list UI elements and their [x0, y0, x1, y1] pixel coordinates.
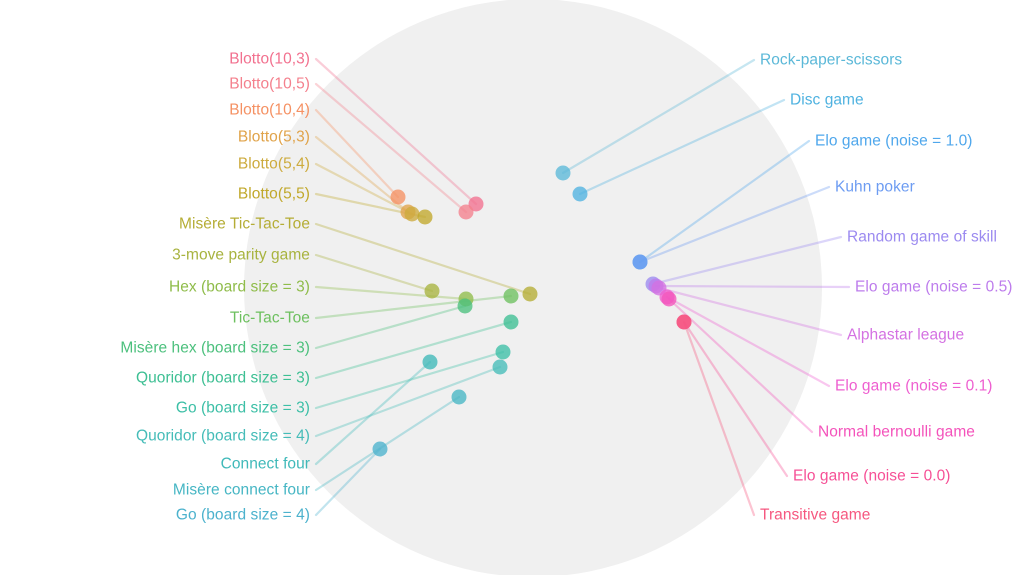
data-point[interactable] — [372, 441, 388, 457]
point-label: Blotto(5,5) — [237, 185, 310, 203]
point-label: Normal bernoulli game — [818, 423, 975, 441]
point-label: Blotto(10,3) — [229, 50, 310, 68]
point-label: Elo game (noise = 1.0) — [815, 132, 973, 150]
point-label: 3-move parity game — [172, 246, 310, 264]
point-label: Alphastar league — [847, 326, 965, 344]
data-point[interactable] — [661, 291, 677, 307]
data-point[interactable] — [424, 283, 440, 299]
scatter-figure: Blotto(10,3) Blotto(10,5) Blotto(10,4) Blot… — [0, 0, 1024, 575]
point-label: Elo game (noise = 0.5) — [855, 278, 1013, 296]
data-point[interactable] — [503, 288, 519, 304]
data-point[interactable] — [492, 359, 508, 375]
leader-line — [654, 284, 851, 289]
data-point[interactable] — [632, 254, 648, 270]
point-label: Elo game (noise = 0.1) — [835, 377, 993, 395]
data-point[interactable] — [451, 389, 467, 405]
point-label: Elo game (noise = 0.0) — [793, 467, 951, 485]
point-label: Blotto(10,5) — [229, 75, 310, 93]
data-point[interactable] — [676, 314, 692, 330]
data-point[interactable] — [503, 314, 519, 330]
point-label: Quoridor (board size = 3) — [136, 369, 310, 387]
data-point[interactable] — [390, 189, 406, 205]
point-label: Go (board size = 4) — [175, 506, 310, 524]
data-point[interactable] — [417, 209, 433, 225]
data-point[interactable] — [422, 354, 438, 370]
point-label: Blotto(5,3) — [237, 128, 310, 146]
point-label: Blotto(5,4) — [237, 155, 310, 173]
point-label: Hex (board size = 3) — [168, 278, 310, 296]
data-point[interactable] — [404, 206, 420, 222]
data-point[interactable] — [555, 165, 571, 181]
point-label: Go (board size = 3) — [175, 399, 310, 417]
data-point[interactable] — [522, 286, 538, 302]
point-label: Random game of skill — [847, 228, 998, 246]
point-label: Blotto(10,4) — [229, 101, 310, 119]
point-label: Tic-Tac-Toe — [229, 309, 310, 327]
point-label: Quoridor (board size = 4) — [136, 427, 310, 445]
point-label: Misère Tic-Tac-Toe — [179, 215, 310, 233]
point-label: Connect four — [220, 455, 310, 473]
point-label: Misère hex (board size = 3) — [120, 339, 310, 357]
data-point[interactable] — [457, 298, 473, 314]
point-label: Disc game — [790, 91, 864, 109]
point-label: Transitive game — [760, 506, 871, 524]
data-point[interactable] — [495, 344, 511, 360]
point-label: Misère connect four — [172, 481, 310, 499]
data-point[interactable] — [572, 186, 588, 202]
data-point[interactable] — [458, 204, 474, 220]
point-label: Rock-paper-scissors — [760, 51, 903, 69]
point-label: Kuhn poker — [835, 178, 915, 196]
